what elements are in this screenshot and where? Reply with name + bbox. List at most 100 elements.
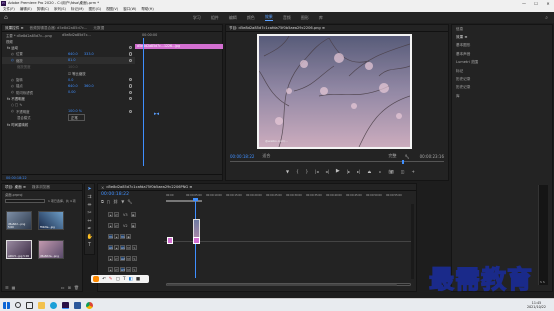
sync-lock-icon[interactable]: ⇄ bbox=[114, 223, 119, 228]
workspace-tab-audio[interactable]: 音频 bbox=[283, 15, 291, 21]
keyframe-toggle-icon[interactable] bbox=[128, 90, 132, 95]
windows-start-icon[interactable] bbox=[3, 301, 10, 309]
project-search-input[interactable] bbox=[5, 199, 45, 203]
snap-icon[interactable]: ⋂ bbox=[107, 199, 110, 204]
word-icon[interactable] bbox=[74, 301, 81, 309]
timeline-ruler[interactable]: 00:00 00:00:05:00 00:00:10:00 00:00:15:0… bbox=[166, 192, 416, 202]
ec-clip-bar[interactable]: d5e8d2a85d7c...1226...jpg bbox=[135, 44, 223, 49]
hand-tool-icon[interactable]: ✋ bbox=[87, 234, 93, 240]
scale-width-value[interactable]: 100.0 bbox=[68, 65, 78, 69]
menu-graphics[interactable]: 图形(G) bbox=[89, 7, 101, 12]
workspace-tab-color[interactable]: 颜色 bbox=[247, 15, 255, 21]
menu-sequence[interactable]: 序列(S) bbox=[54, 7, 66, 12]
project-item[interactable]: d5e8d2...png 5:00 bbox=[6, 211, 32, 230]
workspace-tab-libraries[interactable]: 库 bbox=[319, 15, 323, 21]
antiflicker-value[interactable]: 0.00 bbox=[68, 90, 76, 94]
maximize-button[interactable]: ☐ bbox=[530, 1, 542, 6]
sync-lock-icon[interactable]: ⇄ bbox=[114, 267, 119, 272]
export-frame-icon[interactable]: 📷︎ bbox=[389, 169, 394, 174]
mute-button[interactable]: M bbox=[126, 256, 131, 261]
timeline-timecode[interactable]: 00:00:18:22 bbox=[101, 192, 129, 197]
track-target-v1[interactable]: V1 bbox=[120, 234, 125, 239]
anchor-y-value[interactable]: 360.0 bbox=[84, 84, 94, 88]
button-editor-icon[interactable]: + bbox=[411, 169, 414, 174]
keyframe-toggle-icon[interactable] bbox=[128, 77, 132, 82]
lift-icon[interactable]: ⏏ bbox=[367, 169, 371, 174]
stop-icon[interactable]: ■ bbox=[136, 277, 140, 282]
mark-out-icon[interactable]: } bbox=[306, 169, 309, 174]
timeline-settings-icon[interactable]: 🔧︎ bbox=[127, 199, 132, 204]
panel-info[interactable]: 信息 bbox=[452, 25, 552, 33]
lock-icon[interactable]: 🔒︎ bbox=[108, 256, 113, 261]
anchor-x-value[interactable]: 640.0 bbox=[68, 84, 78, 88]
tab-sequence[interactable]: d5e8d2a85d7c1cafda75f0b5aea29c2206PNG ≡ bbox=[106, 185, 192, 189]
lock-icon[interactable]: 🔒︎ bbox=[108, 223, 113, 228]
position-y-value[interactable]: 333.0 bbox=[84, 52, 94, 56]
track-target-a1[interactable]: A1 bbox=[120, 245, 125, 250]
lock-icon[interactable]: 🔒︎ bbox=[108, 212, 113, 217]
ec-footer-timecode[interactable]: 00:00:18:22 bbox=[6, 176, 27, 180]
sync-lock-icon[interactable]: ⇄ bbox=[114, 212, 119, 217]
program-playhead[interactable] bbox=[402, 160, 404, 164]
stopwatch-icon[interactable]: ◴ bbox=[11, 78, 14, 82]
compare-view-icon[interactable]: ◫ bbox=[401, 169, 405, 174]
track-target-a3[interactable]: A3 bbox=[120, 267, 125, 272]
marker-icon[interactable]: ▼ bbox=[286, 169, 289, 174]
workspace-tab-editing[interactable]: 编辑 bbox=[229, 15, 237, 21]
stopwatch-icon[interactable]: ◴ bbox=[11, 90, 14, 94]
source-patch-a1[interactable]: A1 bbox=[108, 245, 113, 250]
ripple-edit-tool-icon[interactable]: ⇹ bbox=[87, 202, 93, 208]
premiere-taskbar-icon[interactable] bbox=[62, 301, 69, 309]
timeline-clip-v1[interactable] bbox=[167, 237, 173, 244]
recorder-logo-icon[interactable] bbox=[93, 276, 99, 282]
chrome-icon[interactable] bbox=[86, 301, 93, 309]
project-item-selected[interactable]: a06c5...jpg 5:00 bbox=[6, 240, 32, 259]
step-forward-icon[interactable]: |▸ bbox=[347, 169, 350, 174]
panel-libraries[interactable]: 库 bbox=[452, 92, 552, 100]
search-icon[interactable]: ⌕ bbox=[545, 15, 548, 21]
lock-icon[interactable]: 🔒︎ bbox=[114, 234, 119, 239]
panel-essential-sound[interactable]: 基本声音 bbox=[452, 50, 552, 58]
razor-tool-icon[interactable]: ✂ bbox=[87, 210, 93, 216]
timeline-clip-v1[interactable] bbox=[193, 237, 200, 244]
project-item[interactable]: ffdb8e...jpg bbox=[38, 211, 64, 230]
stopwatch-icon[interactable]: ◴ bbox=[11, 109, 14, 113]
new-bin-icon[interactable]: ▭ bbox=[61, 285, 65, 290]
tab-audio-clip-mixer[interactable]: 音频剪辑混合器: d5e8d2a85d7c... bbox=[30, 26, 88, 31]
tab-program-monitor[interactable]: 节目: d5e8d2a85d7c1cafda75f0b5aea29c2206.p… bbox=[229, 26, 325, 31]
menu-file[interactable]: 文件(F) bbox=[3, 7, 15, 12]
file-explorer-icon[interactable] bbox=[38, 301, 45, 309]
keyframe-toggle-icon[interactable] bbox=[128, 109, 132, 114]
scale-value[interactable]: 81.0 bbox=[68, 58, 76, 62]
timeline-zoom-scrollbar[interactable] bbox=[166, 283, 411, 286]
stopwatch-icon[interactable]: ◴ bbox=[11, 58, 14, 62]
timeline-vertical-scrollbar[interactable] bbox=[411, 204, 414, 279]
nest-icon[interactable]: ⧉ bbox=[101, 199, 104, 204]
home-icon[interactable]: ⌂ bbox=[4, 14, 8, 21]
rotation-value[interactable]: 0.0 bbox=[68, 78, 73, 82]
playhead-handle[interactable] bbox=[193, 198, 198, 201]
system-clock[interactable]: 11:45 2021/10/22 bbox=[527, 301, 546, 309]
ec-playhead[interactable] bbox=[143, 38, 144, 166]
panel-lumetri-scopes[interactable]: Lumetri 范围 bbox=[452, 59, 552, 67]
keyframe-toggle-icon[interactable] bbox=[128, 84, 132, 88]
step-back-icon[interactable]: ◂| bbox=[326, 169, 329, 174]
track-target-a2[interactable]: A2 bbox=[120, 256, 125, 261]
linked-selection-icon[interactable]: ⛓ bbox=[113, 199, 118, 204]
menu-marker[interactable]: 标记(M) bbox=[71, 7, 84, 12]
tab-effect-controls[interactable]: 效果控件 ≡ bbox=[5, 26, 24, 31]
close-sequence-icon[interactable]: × bbox=[101, 185, 104, 190]
playhead-nav-icon[interactable]: ▸◂ bbox=[154, 111, 159, 117]
menu-view[interactable]: 视图(V) bbox=[106, 7, 118, 12]
panel-history[interactable]: 历史记录 bbox=[452, 75, 552, 83]
text-icon[interactable]: T bbox=[123, 277, 126, 282]
close-button[interactable]: ✕ bbox=[542, 1, 554, 6]
toggle-output-icon[interactable]: ◉ bbox=[130, 223, 136, 228]
toggle-output-icon[interactable]: ◉ bbox=[130, 212, 136, 217]
reset-icon[interactable] bbox=[128, 96, 132, 101]
stopwatch-icon[interactable]: ◴ bbox=[11, 52, 14, 56]
workspace-tab-learn[interactable]: 学习 bbox=[193, 15, 201, 21]
pen-tool-icon[interactable]: ✒ bbox=[87, 226, 93, 232]
lock-icon[interactable]: 🔒︎ bbox=[108, 267, 113, 272]
type-tool-icon[interactable]: T bbox=[87, 242, 93, 248]
